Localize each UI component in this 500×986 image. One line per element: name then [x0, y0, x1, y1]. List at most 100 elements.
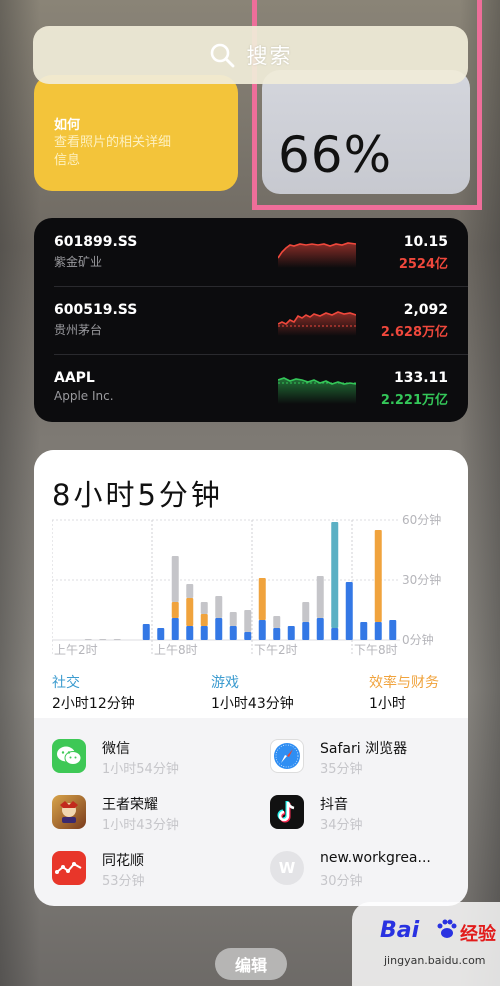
chart-bar-segment: [186, 584, 194, 598]
stock-market-cap: 2524亿: [398, 257, 448, 272]
stock-row[interactable]: AAPL Apple Inc. 133.11 2.221万亿: [34, 354, 468, 422]
chart-bar-segment: [302, 602, 310, 622]
x-tick-label: 下午2时: [254, 643, 298, 657]
chart-bar-segment: [316, 618, 324, 640]
app-douyin[interactable]: 抖音 34分钟: [270, 792, 468, 848]
app-wechat[interactable]: 微信 1小时54分钟: [52, 736, 252, 792]
chart-bar-segment: [99, 639, 107, 640]
app-safari[interactable]: Safari 浏览器 35分钟: [270, 736, 468, 792]
search-bar[interactable]: 搜索: [33, 26, 468, 84]
stocks-widget[interactable]: 601899.SS 紫金矿业 10.15 2524亿 600519.SS 贵州茅…: [34, 218, 468, 422]
app-time: 53分钟: [102, 874, 145, 889]
app-name: 王者荣耀: [102, 797, 158, 813]
app-time: 1小时54分钟: [102, 762, 179, 777]
chart-bar-segment: [244, 632, 252, 640]
chart-bar-segment: [229, 626, 237, 640]
stock-name: Apple Inc.: [54, 389, 114, 403]
baidu-jingyan-watermark: Bai 经验 jingyan.baidu.com: [352, 902, 500, 986]
x-tick-label: 上午2时: [54, 643, 98, 657]
tips-widget[interactable]: 如何 查看照片的相关详细 信息: [34, 75, 238, 191]
watermark-brand2: 经验: [460, 924, 496, 945]
chart-bar-segment: [171, 618, 179, 640]
baidu-paw-icon: [437, 919, 457, 938]
chart-bar-segment: [287, 626, 295, 640]
chart-bar-segment: [142, 624, 150, 640]
category-social-value: 2小时12分钟: [52, 696, 135, 712]
chart-bar-segment: [229, 612, 237, 626]
chart-bar-segment: [113, 639, 121, 640]
stock-price: 133.11: [393, 370, 448, 386]
chart-bar-segment: [84, 639, 92, 640]
app-time: 35分钟: [320, 762, 363, 777]
stock-price: 10.15: [403, 234, 448, 250]
app-newworkgrea[interactable]: W new.workgrea... 30分钟: [270, 848, 468, 904]
stock-name: 紫金矿业: [54, 255, 103, 269]
app-time: 1小时43分钟: [102, 818, 179, 833]
chart-bar-segment: [200, 614, 208, 626]
watermark-brand: Bai: [380, 918, 420, 943]
chart-bar-segment: [258, 620, 266, 640]
category-productivity-label: 效率与财务: [369, 675, 439, 691]
chart-bar-segment: [200, 626, 208, 640]
douyin-icon: [270, 795, 304, 829]
chart-bar-segment: [258, 578, 266, 620]
category-social-label: 社交: [52, 675, 80, 691]
stock-price: 2,092: [403, 302, 448, 318]
tips-title: 如何: [54, 118, 81, 133]
chart-bar-segment: [186, 598, 194, 626]
stock-market-cap: 2.628万亿: [380, 325, 448, 340]
stock-row[interactable]: 601899.SS 紫金矿业 10.15 2524亿: [34, 218, 468, 286]
stock-sparkline: [278, 242, 356, 268]
app-name: Safari 浏览器: [320, 741, 408, 757]
wechat-icon: [52, 739, 86, 773]
app-tonghuashun[interactable]: 同花顺 53分钟: [52, 848, 252, 904]
x-tick-label: 上午8时: [154, 643, 198, 657]
game-icon: [52, 795, 86, 829]
stock-row[interactable]: 600519.SS 贵州茅台 2,092 2.628万亿: [34, 286, 468, 354]
chart-bar-segment: [171, 602, 179, 618]
y-tick-label: 60分钟: [402, 512, 441, 527]
chart-bar-segment: [273, 616, 281, 628]
screen-time-total: 8小时5分钟: [52, 478, 223, 512]
chart-bar-segment: [157, 628, 165, 640]
app-name: new.workgrea...: [320, 850, 431, 866]
stock-symbol: AAPL: [54, 370, 95, 386]
stock-sparkline: [278, 377, 356, 404]
chart-bar-segment: [244, 610, 252, 632]
chart-bar-segment: [360, 622, 368, 640]
watermark-url: jingyan.baidu.com: [384, 954, 486, 967]
app-name: 同花顺: [102, 853, 144, 869]
website-initial: W: [278, 859, 296, 877]
stock-sparkline: [278, 311, 356, 336]
chart-bar-segment: [302, 622, 310, 640]
chart-bar-segment: [389, 620, 397, 640]
chart-bar-segment: [171, 556, 179, 602]
app-honor-of-kings[interactable]: 王者荣耀 1小时43分钟: [52, 792, 252, 848]
edit-button[interactable]: 编辑: [215, 948, 287, 980]
category-games-label: 游戏: [211, 675, 239, 691]
chart-bar-segment: [200, 602, 208, 614]
app-time: 30分钟: [320, 874, 363, 889]
chart-bar-segment: [345, 582, 353, 640]
app-name: 微信: [102, 741, 130, 757]
x-tick-label: 下午8时: [354, 643, 398, 657]
safari-icon: [270, 739, 304, 773]
y-tick-label: 0分钟: [402, 632, 434, 647]
stock-symbol: 601899.SS: [54, 234, 138, 250]
usage-chart: 60分钟 30分钟 0分钟上午2时 上午8时 下午2时 下午8时: [52, 512, 441, 657]
chart-bar-segment: [186, 626, 194, 640]
screen-time-widget[interactable]: 8小时5分钟 60分钟 30分钟 0分钟上午2时 上午8时 下午2时 下午8时 社交 2小…: [34, 450, 468, 906]
chart-bar-segment: [215, 596, 223, 618]
tips-text-line1: 查看照片的相关详细: [54, 135, 172, 150]
chart-bar-segment: [374, 530, 382, 622]
app-name: 抖音: [320, 797, 348, 813]
chart-bar-segment: [331, 522, 339, 628]
chart-bar-segment: [331, 628, 339, 640]
chart-bar-segment: [316, 576, 324, 618]
stock-symbol: 600519.SS: [54, 302, 138, 318]
category-productivity-value: 1小时: [369, 696, 406, 712]
search-label: 搜索: [246, 44, 293, 68]
chart-bar-segment: [273, 628, 281, 640]
y-tick-label: 30分钟: [402, 572, 441, 587]
stock-name: 贵州茅台: [54, 323, 103, 337]
